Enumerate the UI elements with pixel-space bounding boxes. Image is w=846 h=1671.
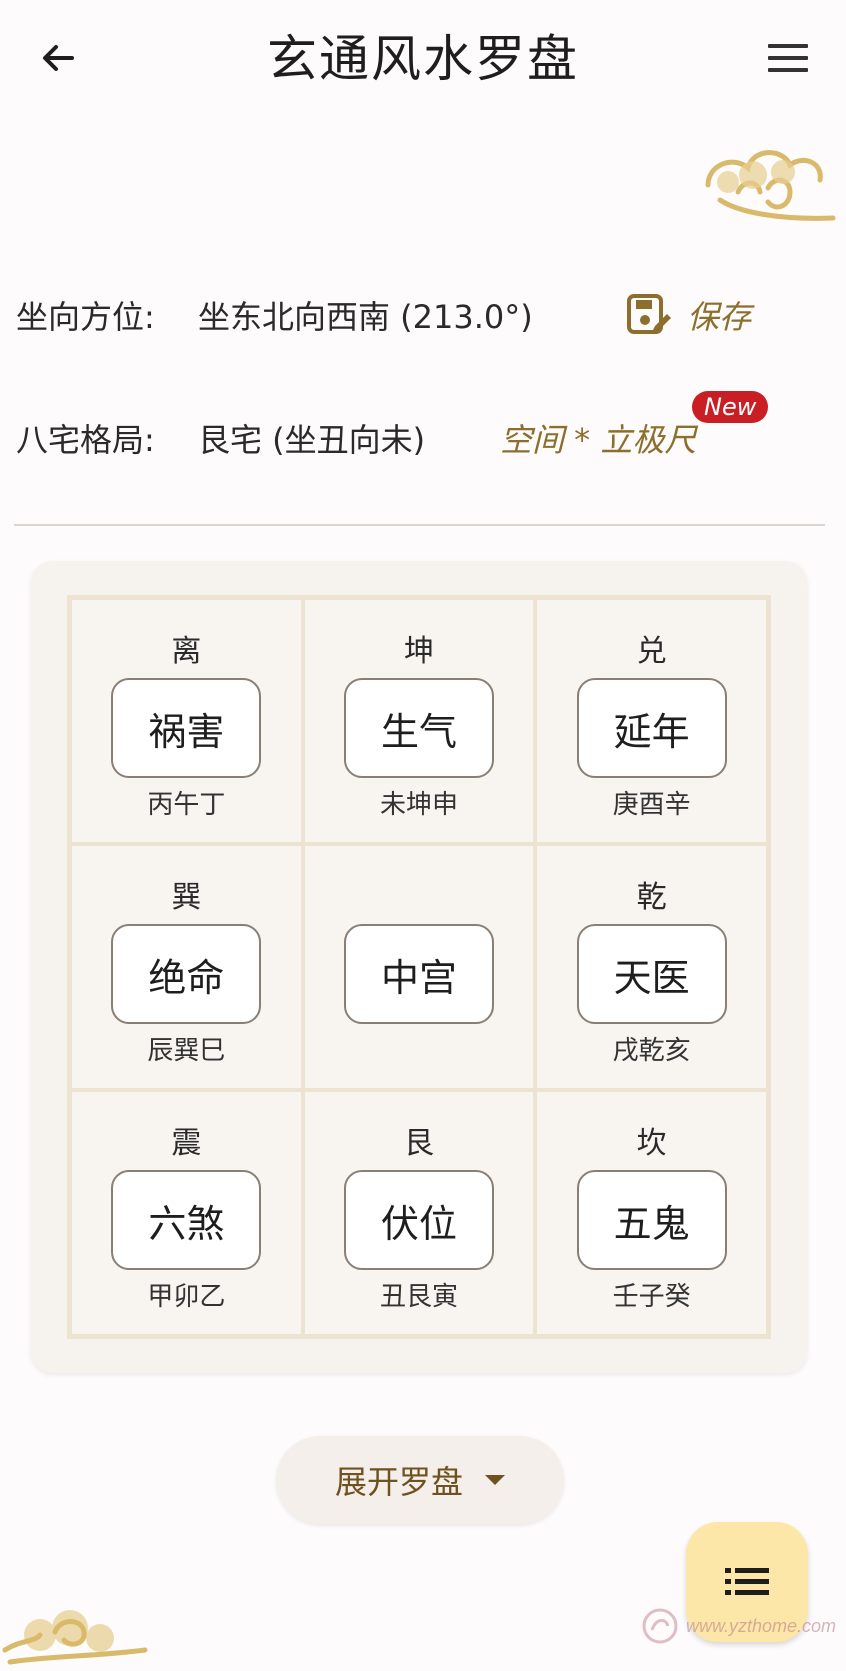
star-button[interactable]: 生气 (343, 678, 494, 778)
facing-value: 坐东北向西南 (213.0°) (198, 298, 533, 336)
taiji-ruler-link[interactable]: 空间 * 立极尺 (500, 412, 696, 468)
caret-down-icon (485, 1475, 505, 1485)
cloud-decoration-icon (705, 150, 836, 221)
hamburger-menu-icon (768, 44, 808, 72)
expand-compass-button[interactable]: 展开罗盘 (276, 1436, 564, 1524)
watermark-text: www.yzthome.com (686, 1615, 837, 1636)
star-button[interactable]: 天医 (576, 924, 727, 1024)
save-button[interactable]: 保存 (625, 287, 751, 343)
page-title: 玄通风水罗盘 (267, 30, 579, 88)
watermark: www.yzthome.com (640, 1606, 836, 1646)
mountains-label: 丑艮寅 (379, 1282, 458, 1312)
star-button[interactable]: 伏位 (343, 1170, 494, 1270)
bazhai-grid: 离 祸害 丙午丁 坤 生气 未坤申 兑 延年 庚酉辛 巽 绝命 辰巽巳 中宫 乾… (67, 595, 771, 1339)
save-label: 保存 (687, 298, 752, 336)
star-button[interactable]: 祸害 (111, 678, 262, 778)
trigram-label: 巽 (171, 880, 202, 915)
trigram-label: 坤 (403, 634, 434, 669)
trigram-label: 艮 (403, 1126, 434, 1161)
house-value: 艮宅 (坐丑向未) (198, 421, 426, 459)
mountains-label: 戌乾亥 (612, 1036, 691, 1066)
palace-dui: 兑 延年 庚酉辛 (535, 598, 768, 844)
mountains-label: 庚酉辛 (612, 790, 691, 820)
star-button[interactable]: 延年 (576, 678, 727, 778)
trigram-label: 离 (171, 634, 202, 669)
mountains-label: 甲卯乙 (147, 1282, 226, 1312)
cloud-decoration-icon (2, 1610, 148, 1665)
menu-button[interactable] (760, 30, 816, 86)
new-badge: New (692, 391, 769, 423)
watermark-logo-icon (642, 1608, 678, 1644)
facing-label: 坐向方位: (16, 298, 155, 336)
center-palace-button[interactable]: 中宫 (343, 924, 494, 1024)
divider (14, 524, 825, 526)
trigram-label: 坎 (636, 1126, 667, 1161)
palace-li: 离 祸害 丙午丁 (70, 598, 303, 844)
palace-center: 中宫 (302, 844, 536, 1090)
bazhai-grid-card: 离 祸害 丙午丁 坤 生气 未坤申 兑 延年 庚酉辛 巽 绝命 辰巽巳 中宫 乾… (31, 561, 807, 1373)
page: 玄通风水罗盘 坐向方位: 坐东北向西南 (213.0°) 保存 八宅格局: 艮宅… (0, 0, 846, 1671)
palace-xun: 巽 绝命 辰巽巳 (70, 844, 303, 1090)
list-icon (725, 1568, 769, 1595)
palace-zhen: 震 六煞 甲卯乙 (70, 1090, 303, 1336)
star-button[interactable]: 绝命 (111, 924, 262, 1024)
save-edit-icon (627, 294, 671, 334)
palace-gen: 艮 伏位 丑艮寅 (302, 1090, 536, 1336)
trigram-label: 震 (171, 1126, 202, 1161)
star-button[interactable]: 六煞 (111, 1170, 262, 1270)
mountains-label: 辰巽巳 (147, 1036, 226, 1066)
mountains-label: 壬子癸 (612, 1282, 691, 1312)
trigram-label: 兑 (636, 634, 667, 669)
mountains-label: 未坤申 (379, 790, 458, 820)
palace-kan: 坎 五鬼 壬子癸 (535, 1090, 768, 1336)
palace-kun: 坤 生气 未坤申 (302, 598, 536, 844)
star-button[interactable]: 五鬼 (576, 1170, 727, 1270)
mountains-label: 丙午丁 (147, 790, 226, 820)
expand-compass-label: 展开罗盘 (334, 1463, 463, 1501)
trigram-label: 乾 (636, 880, 667, 915)
house-label: 八宅格局: (16, 421, 155, 459)
palace-qian: 乾 天医 戌乾亥 (535, 844, 768, 1090)
